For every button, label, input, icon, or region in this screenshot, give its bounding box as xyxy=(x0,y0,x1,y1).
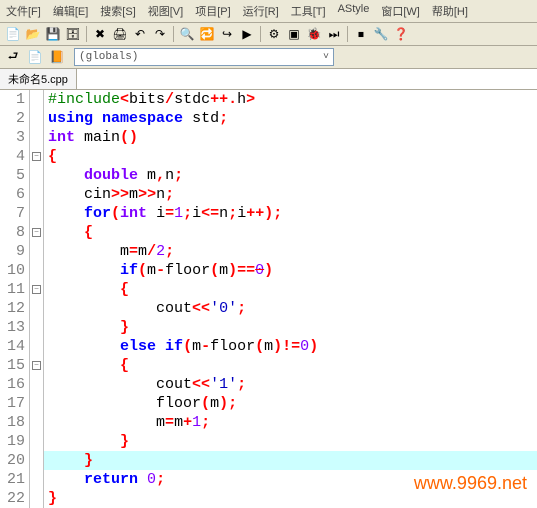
menu-item[interactable]: 编辑[E] xyxy=(47,1,94,21)
code-line[interactable]: int main() xyxy=(48,128,537,147)
fold-toggle-icon[interactable]: − xyxy=(32,285,41,294)
line-number: 5 xyxy=(0,166,25,185)
open-icon[interactable]: 📂 xyxy=(24,25,42,43)
code-line[interactable]: double m,n; xyxy=(48,166,537,185)
compile-icon[interactable]: ⚙ xyxy=(265,25,283,43)
menu-item[interactable]: 窗口[W] xyxy=(375,1,426,21)
line-number: 12 xyxy=(0,299,25,318)
code-line[interactable]: else if(m-floor(m)!=0) xyxy=(48,337,537,356)
menu-item[interactable]: 项目[P] xyxy=(189,1,236,21)
code-line[interactable]: if(m-floor(m)==0) xyxy=(48,261,537,280)
line-number: 9 xyxy=(0,242,25,261)
run-icon[interactable]: ▶ xyxy=(238,25,256,43)
undo-icon[interactable]: ↶ xyxy=(131,25,149,43)
line-number: 22 xyxy=(0,489,25,508)
step-icon[interactable]: ⏭ xyxy=(325,25,343,43)
code-line[interactable]: #include<bits/stdc++.h> xyxy=(48,90,537,109)
code-line[interactable]: { xyxy=(48,356,537,375)
line-number: 4 xyxy=(0,147,25,166)
replace-icon[interactable]: 🔁 xyxy=(198,25,216,43)
stop-icon[interactable]: ⏹ xyxy=(352,25,370,43)
code-line[interactable]: { xyxy=(48,280,537,299)
code-line[interactable]: { xyxy=(48,147,537,166)
tab-file[interactable]: 未命名5.cpp xyxy=(0,69,77,89)
watermark-text: www.9969.net xyxy=(414,473,527,494)
line-number: 1 xyxy=(0,90,25,109)
code-line[interactable]: cout<<'0'; xyxy=(48,299,537,318)
code-line[interactable]: { xyxy=(48,223,537,242)
menu-item[interactable]: 帮助[H] xyxy=(426,1,474,21)
debug-icon[interactable]: 🐞 xyxy=(305,25,323,43)
saveall-icon[interactable]: 🗄 xyxy=(64,25,82,43)
menu-item[interactable]: 文件[F] xyxy=(0,1,47,21)
main-toolbar: 📄📂💾🗄 ✖🖨↶↷ 🔍🔁↪▶ ⚙▣🐞⏭ ⏹🔧❓ xyxy=(0,23,537,46)
line-number: 21 xyxy=(0,470,25,489)
line-number: 17 xyxy=(0,394,25,413)
line-number: 11 xyxy=(0,280,25,299)
help-icon[interactable]: ❓ xyxy=(392,25,410,43)
config-icon[interactable]: 🔧 xyxy=(372,25,390,43)
bookmark-icon[interactable]: 📙 xyxy=(48,48,66,66)
code-line[interactable]: for(int i=1;i<=n;i++); xyxy=(48,204,537,223)
globals-dropdown[interactable]: (globals) ˅ xyxy=(74,48,334,66)
secondary-toolbar: ⮐ 📄 📙 (globals) ˅ xyxy=(0,46,537,69)
fold-toggle-icon[interactable]: − xyxy=(32,228,41,237)
line-number: 6 xyxy=(0,185,25,204)
code-line[interactable]: } xyxy=(48,451,537,470)
forward-icon[interactable]: 📄 xyxy=(26,48,44,66)
code-line[interactable]: floor(m); xyxy=(48,394,537,413)
code-area[interactable]: #include<bits/stdc++.h>using namespace s… xyxy=(44,90,537,508)
line-number: 20 xyxy=(0,451,25,470)
globals-label: (globals) xyxy=(79,51,138,63)
code-line[interactable]: m=m+1; xyxy=(48,413,537,432)
fold-toggle-icon[interactable]: − xyxy=(32,152,41,161)
line-number: 19 xyxy=(0,432,25,451)
code-editor[interactable]: 12345678910111213141516171819202122 −−−−… xyxy=(0,90,537,508)
chevron-down-icon: ˅ xyxy=(323,52,329,63)
find-icon[interactable]: 🔍 xyxy=(178,25,196,43)
line-number: 8 xyxy=(0,223,25,242)
menu-item[interactable]: 工具[T] xyxy=(285,1,332,21)
tab-title: 未命名5.cpp xyxy=(8,74,68,86)
menu-item[interactable]: 搜索[S] xyxy=(94,1,141,21)
print-icon[interactable]: 🖨 xyxy=(111,25,129,43)
line-number: 18 xyxy=(0,413,25,432)
line-number: 2 xyxy=(0,109,25,128)
back-icon[interactable]: ⮐ xyxy=(4,48,22,66)
fold-toggle-icon[interactable]: − xyxy=(32,361,41,370)
tabbar: 未命名5.cpp xyxy=(0,69,537,90)
line-number: 13 xyxy=(0,318,25,337)
line-number-gutter: 12345678910111213141516171819202122 xyxy=(0,90,30,508)
code-line[interactable]: using namespace std; xyxy=(48,109,537,128)
save-icon[interactable]: 💾 xyxy=(44,25,62,43)
code-line[interactable]: cin>>m>>n; xyxy=(48,185,537,204)
new-icon[interactable]: 📄 xyxy=(4,25,22,43)
menu-item[interactable]: AStyle xyxy=(332,1,376,21)
code-line[interactable]: } xyxy=(48,318,537,337)
line-number: 16 xyxy=(0,375,25,394)
code-line[interactable]: m=m/2; xyxy=(48,242,537,261)
line-number: 7 xyxy=(0,204,25,223)
code-line[interactable]: cout<<'1'; xyxy=(48,375,537,394)
line-number: 15 xyxy=(0,356,25,375)
goto-icon[interactable]: ↪ xyxy=(218,25,236,43)
compilerun-icon[interactable]: ▣ xyxy=(285,25,303,43)
line-number: 3 xyxy=(0,128,25,147)
menu-item[interactable]: 运行[R] xyxy=(237,1,285,21)
line-number: 10 xyxy=(0,261,25,280)
code-line[interactable]: } xyxy=(48,432,537,451)
menu-item[interactable]: 视图[V] xyxy=(142,1,189,21)
redo-icon[interactable]: ↷ xyxy=(151,25,169,43)
line-number: 14 xyxy=(0,337,25,356)
menubar: 文件[F]编辑[E]搜索[S]视图[V]项目[P]运行[R]工具[T]AStyl… xyxy=(0,0,537,23)
fold-gutter: − − − − xyxy=(30,90,44,508)
close-icon[interactable]: ✖ xyxy=(91,25,109,43)
